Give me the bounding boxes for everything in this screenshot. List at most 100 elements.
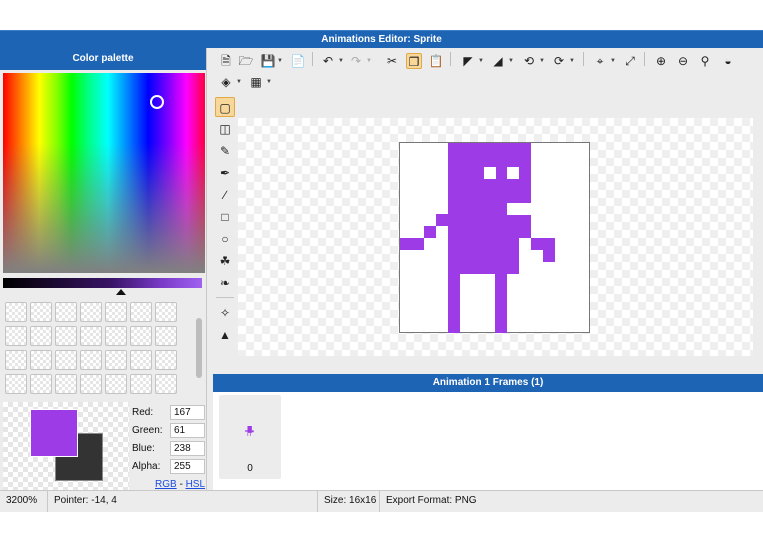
flip-horizontal-dropdown-icon[interactable]: ▼ xyxy=(478,58,484,64)
crop-dropdown-icon[interactable]: ▼ xyxy=(610,58,616,64)
swatch[interactable] xyxy=(130,350,152,370)
swatch[interactable] xyxy=(80,350,102,370)
eraser-icon[interactable]: ◫ xyxy=(215,119,235,139)
cut-icon[interactable]: ✂ xyxy=(384,53,400,69)
zoom-out-icon[interactable]: ⊖ xyxy=(675,53,691,69)
swatch[interactable] xyxy=(80,326,102,346)
open-folder-icon[interactable]: 🗁 xyxy=(238,53,254,69)
sprite-arm-right xyxy=(531,238,543,250)
rotate-right-dropdown-icon[interactable]: ▼ xyxy=(569,58,575,64)
sprite-canvas[interactable] xyxy=(399,142,590,333)
color-picker-cursor[interactable] xyxy=(150,95,164,109)
undo-icon[interactable]: ↶ xyxy=(320,53,336,69)
sprite-eye-left xyxy=(484,167,496,179)
swatch[interactable] xyxy=(80,302,102,322)
swatch[interactable] xyxy=(105,374,127,394)
canvas-workspace[interactable] xyxy=(238,118,753,356)
swatch[interactable] xyxy=(155,302,177,322)
new-file-icon[interactable]: 🗎 xyxy=(218,53,234,69)
swatch[interactable] xyxy=(130,374,152,394)
move-icon[interactable]: ✧ xyxy=(215,303,235,323)
ellipse-icon[interactable]: ○ xyxy=(215,229,235,249)
zoom-fit-icon[interactable]: ⚲ xyxy=(697,53,713,69)
redo-dropdown-icon[interactable]: ▼ xyxy=(366,58,372,64)
swatch[interactable] xyxy=(5,302,27,322)
color-spectrum[interactable] xyxy=(3,73,205,273)
swatch[interactable] xyxy=(155,350,177,370)
sprite-leg-left xyxy=(448,274,460,333)
pencil-icon[interactable]: ✎ xyxy=(215,141,235,161)
swatch[interactable] xyxy=(5,374,27,394)
brush-icon[interactable]: ✒ xyxy=(215,163,235,183)
flip-vertical-dropdown-icon[interactable]: ▼ xyxy=(508,58,514,64)
swatch[interactable] xyxy=(105,302,127,322)
invert-colors-icon[interactable]: ◒ xyxy=(720,53,736,69)
flip-vertical-icon[interactable]: ◢ xyxy=(490,53,506,69)
swatch[interactable] xyxy=(80,374,102,394)
brightness-slider-handle[interactable] xyxy=(116,289,126,295)
status-bar: 3200% Pointer: -14, 4 Size: 16x16 Export… xyxy=(0,490,763,512)
grid-icon[interactable]: ▦ xyxy=(248,74,264,90)
swatch[interactable] xyxy=(30,374,52,394)
swatch[interactable] xyxy=(30,350,52,370)
swatch[interactable] xyxy=(105,350,127,370)
tool-separator xyxy=(216,297,234,298)
swatch[interactable] xyxy=(5,326,27,346)
export-format-status: Export Format: PNG xyxy=(386,495,477,506)
sprite-hand-right xyxy=(543,238,555,262)
swatch[interactable] xyxy=(155,326,177,346)
green-field[interactable]: 61 xyxy=(170,423,205,438)
swatch[interactable] xyxy=(130,326,152,346)
frame-number: 0 xyxy=(247,463,253,474)
export-icon[interactable]: 📄 xyxy=(290,53,306,69)
line-icon[interactable]: ∕ xyxy=(215,185,235,205)
sprite-shoulder-right xyxy=(519,226,531,238)
toolbar-separator xyxy=(644,52,645,66)
rotate-left-icon[interactable]: ⟲ xyxy=(521,53,537,69)
save-icon[interactable]: 💾 xyxy=(260,53,276,69)
copy-icon[interactable]: ❐ xyxy=(406,53,422,69)
select-tool-icon[interactable]: ▢ xyxy=(215,97,235,117)
blue-label: Blue: xyxy=(132,443,155,454)
frame-sprite-preview xyxy=(245,426,254,436)
swatch-scrollbar[interactable] xyxy=(196,318,202,378)
swatch[interactable] xyxy=(55,302,77,322)
redo-icon[interactable]: ↷ xyxy=(348,53,364,69)
swatch[interactable] xyxy=(30,326,52,346)
frame-thumbnail[interactable]: 0 xyxy=(219,395,281,479)
undo-dropdown-icon[interactable]: ▼ xyxy=(338,58,344,64)
sprite-mouth xyxy=(507,203,531,215)
eyedropper-icon[interactable]: ❧ xyxy=(215,273,235,293)
alpha-field[interactable]: 255 xyxy=(170,459,205,474)
swatch[interactable] xyxy=(55,350,77,370)
paste-icon[interactable]: 📋 xyxy=(428,53,444,69)
red-field[interactable]: 167 xyxy=(170,405,205,420)
rectangle-icon[interactable]: □ xyxy=(215,207,235,227)
blue-field[interactable]: 238 xyxy=(170,441,205,456)
swatch[interactable] xyxy=(155,374,177,394)
swatch[interactable] xyxy=(55,374,77,394)
swatch[interactable] xyxy=(130,302,152,322)
swatch[interactable] xyxy=(30,302,52,322)
grid-dropdown-icon[interactable]: ▼ xyxy=(266,79,272,85)
layers-dropdown-icon[interactable]: ▼ xyxy=(236,79,242,85)
toolbar-separator xyxy=(583,52,584,66)
layers-icon[interactable]: ◈ xyxy=(218,74,234,90)
zoom-in-icon[interactable]: ⊕ xyxy=(653,53,669,69)
rotate-right-icon[interactable]: ⟳ xyxy=(551,53,567,69)
save-dropdown-icon[interactable]: ▼ xyxy=(277,58,283,64)
hsl-mode-link[interactable]: HSL xyxy=(186,479,205,490)
swatch[interactable] xyxy=(5,350,27,370)
swatch[interactable] xyxy=(55,326,77,346)
rgb-mode-link[interactable]: RGB xyxy=(155,479,177,490)
resize-icon[interactable]: ⤢ xyxy=(622,53,638,69)
swatch-grid xyxy=(3,300,195,396)
swatch[interactable] xyxy=(105,326,127,346)
foreground-color-swatch[interactable] xyxy=(30,409,78,457)
flip-horizontal-icon[interactable]: ◤ xyxy=(460,53,476,69)
crop-icon[interactable]: ⌖ xyxy=(592,53,608,69)
transform-icon[interactable]: ▲ xyxy=(215,325,235,345)
fill-bucket-icon[interactable]: ☘ xyxy=(215,251,235,271)
rotate-left-dropdown-icon[interactable]: ▼ xyxy=(539,58,545,64)
brightness-slider[interactable] xyxy=(3,278,202,288)
